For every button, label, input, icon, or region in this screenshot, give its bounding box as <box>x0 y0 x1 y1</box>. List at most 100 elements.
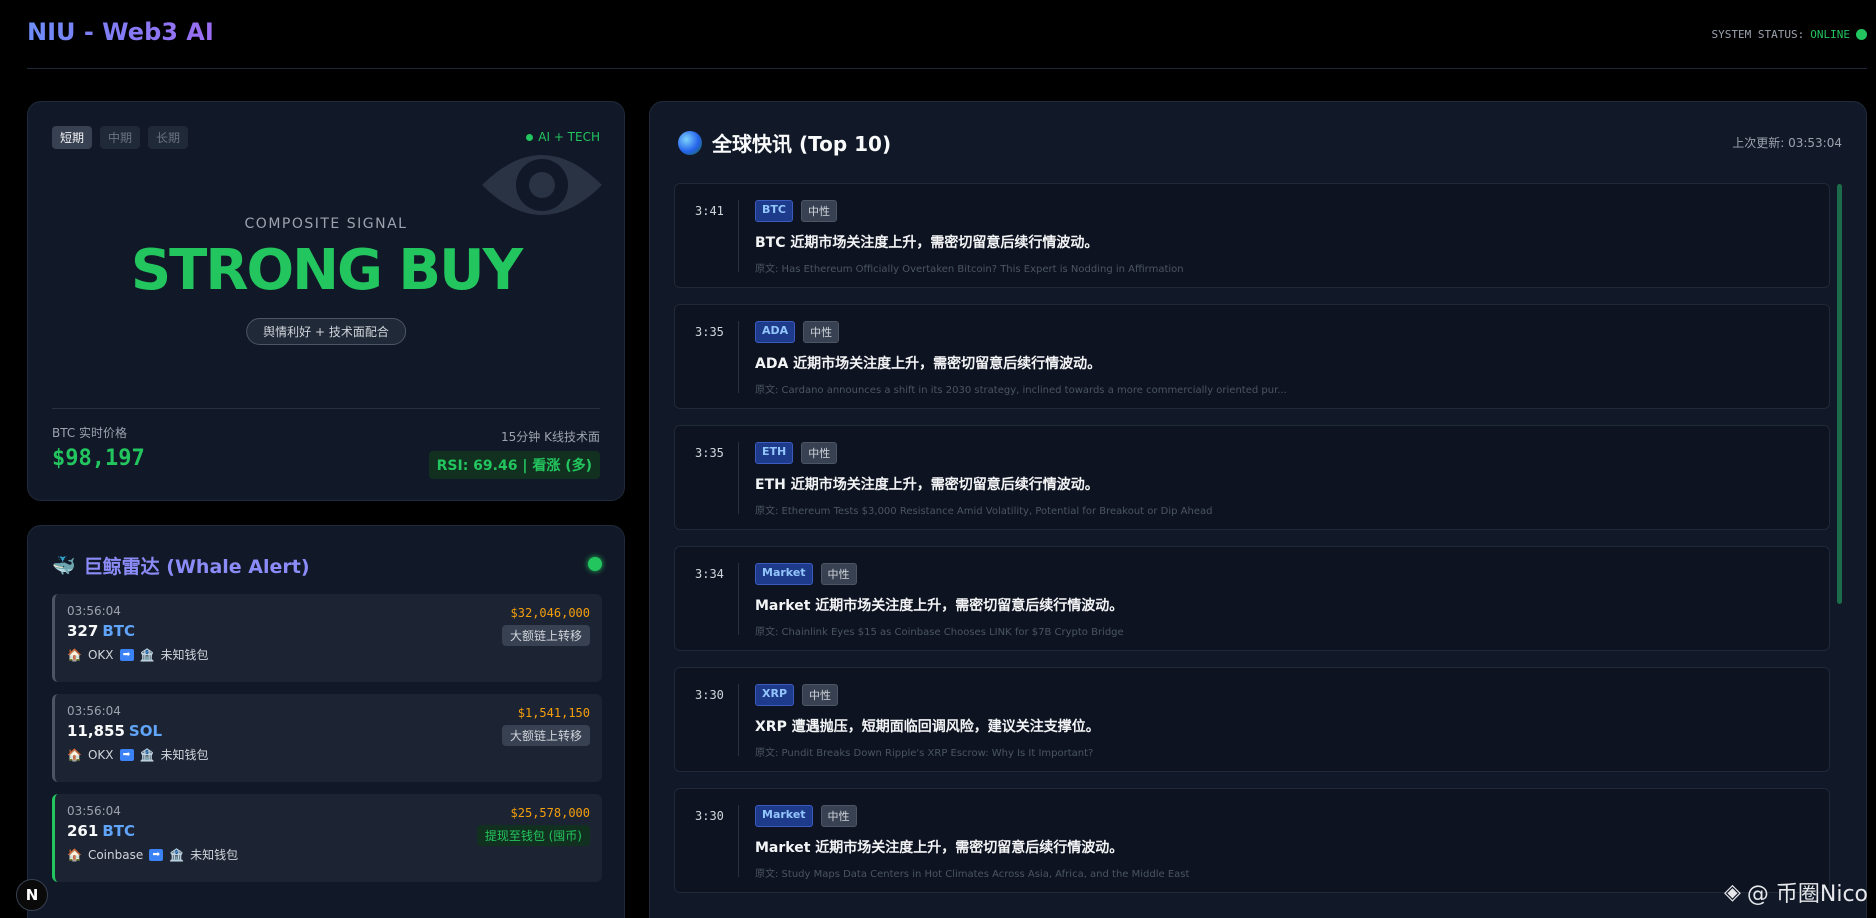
status-online-icon <box>1856 29 1867 40</box>
news-source: 原文: Has Ethereum Officially Overtaken Bi… <box>755 264 1184 275</box>
system-status: SYSTEM STATUS: ONLINE <box>1712 28 1867 41</box>
tab-short-term[interactable]: 短期 <box>52 126 93 149</box>
coin-tag: Market <box>755 563 813 585</box>
arrow-right-icon: ➡ <box>119 648 134 661</box>
whale-type-badge: 提现至钱包 (囤币) <box>476 825 590 846</box>
news-time: 3:35 <box>695 446 724 460</box>
news-item[interactable]: 3:41 BTC 中性 BTC 近期市场关注度上升，需密切留意后续行情波动。 原文… <box>674 183 1830 288</box>
news-list: 3:41 BTC 中性 BTC 近期市场关注度上升，需密切留意后续行情波动。 原文… <box>674 183 1830 909</box>
coin-tag: Market <box>755 805 813 827</box>
signal-card: 短期 中期 长期 AI + TECH COMPOSITE SIGNAL STRO… <box>27 101 625 501</box>
last-updated: 上次更新: 03:53:04 <box>1732 136 1842 150</box>
whale-title: 🐳 巨鲸雷达 (Whale Alert) <box>52 552 310 579</box>
rsi-badge: RSI: 69.46 | 看涨 (多) <box>428 451 600 479</box>
whale-coin: SOL <box>128 722 163 740</box>
bank-icon: 🏦 <box>139 647 155 662</box>
whale-time: 03:56:04 <box>67 704 121 718</box>
sentiment-tag: 中性 <box>801 442 838 464</box>
news-divider <box>738 684 739 756</box>
news-headline: ADA 近期市场关注度上升，需密切留意后续行情波动。 <box>755 356 1102 372</box>
whale-to: 未知钱包 <box>190 848 239 862</box>
news-body: ADA 中性 ADA 近期市场关注度上升，需密切留意后续行情波动。 原文: Car… <box>755 321 1813 396</box>
whale-route: 🏠 Coinbase ➡ 🏦 未知钱包 <box>67 846 590 863</box>
whale-to: 未知钱包 <box>160 748 209 762</box>
news-time: 3:30 <box>695 688 724 702</box>
news-item[interactable]: 3:30 Market 中性 Market 近期市场关注度上升，需密切留意后续行情… <box>674 788 1830 893</box>
news-headline: Market 近期市场关注度上升，需密切留意后续行情波动。 <box>755 840 1124 856</box>
signal-reason: 舆情利好 + 技术面配合 <box>246 318 406 345</box>
whale-coin: BTC <box>102 822 135 840</box>
tab-mid-term[interactable]: 中期 <box>100 126 141 149</box>
whale-coin: BTC <box>102 622 135 640</box>
news-divider <box>738 321 739 393</box>
whale-usd-value: $1,541,150 <box>517 706 590 720</box>
whale-usd-value: $32,046,000 <box>510 606 590 620</box>
news-headline: BTC 近期市场关注度上升，需密切留意后续行情波动。 <box>755 235 1099 251</box>
coin-tag: ADA <box>755 321 796 343</box>
sentiment-tag: 中性 <box>820 805 857 827</box>
news-time: 3:34 <box>695 567 724 581</box>
whale-amount-value: 327 <box>67 622 99 640</box>
system-status-label: SYSTEM STATUS: <box>1711 28 1805 41</box>
whale-from: Coinbase <box>87 847 144 862</box>
news-body: XRP 中性 XRP 遭遇抛压，短期面临回调风险，建议关注支撑位。 原文: Pun… <box>755 684 1813 759</box>
whale-item[interactable]: 03:56:04 $25,578,000 261 BTC 提现至钱包 (囤币) 🏠… <box>52 794 602 882</box>
signal-divider <box>52 408 600 409</box>
news-source: 原文: Cardano announces a shift in its 203… <box>755 385 1287 396</box>
sentiment-tag: 中性 <box>803 321 840 343</box>
news-source: 原文: Study Maps Data Centers in Hot Clima… <box>755 869 1190 880</box>
tab-long-term[interactable]: 长期 <box>148 126 189 149</box>
diamond-logo-icon: ◈ <box>1723 879 1741 905</box>
exchange-icon: 🏠 <box>67 647 82 662</box>
arrow-right-icon: ➡ <box>149 848 164 861</box>
system-status-value: ONLINE <box>1810 28 1850 41</box>
news-scrollbar[interactable] <box>1837 184 1842 604</box>
signal-value: STRONG BUY <box>130 238 523 303</box>
news-body: ETH 中性 ETH 近期市场关注度上升，需密切留意后续行情波动。 原文: Eth… <box>755 442 1813 517</box>
composite-signal-label: COMPOSITE SIGNAL <box>244 216 408 232</box>
news-body: Market 中性 Market 近期市场关注度上升，需密切留意后续行情波动。 原… <box>755 805 1813 880</box>
whale-item[interactable]: 03:56:04 $1,541,150 11,855 SOL 大额链上转移 🏠 OK… <box>52 694 602 782</box>
globe-icon <box>678 130 702 155</box>
news-card: 全球快讯 (Top 10) 上次更新: 03:53:04 3:41 BTC 中性 … <box>649 101 1867 918</box>
sentiment-tag: 中性 <box>820 563 857 585</box>
news-headline: ETH 近期市场关注度上升，需密切留意后续行情波动。 <box>755 477 1099 493</box>
sentiment-tag: 中性 <box>800 200 837 222</box>
whale-usd-value: $25,578,000 <box>510 806 590 820</box>
news-headline: XRP 遭遇抛压，短期面临回调风险，建议关注支撑位。 <box>755 719 1100 735</box>
arrow-right-icon: ➡ <box>119 748 134 761</box>
news-time: 3:35 <box>695 325 724 339</box>
news-item[interactable]: 3:35 ETH 中性 ETH 近期市场关注度上升，需密切留意后续行情波动。 原文… <box>674 425 1830 530</box>
news-divider <box>738 563 739 635</box>
news-item[interactable]: 3:30 XRP 中性 XRP 遭遇抛压，短期面临回调风险，建议关注支撑位。 原文… <box>674 667 1830 772</box>
coin-tag: ETH <box>755 442 794 464</box>
news-source: 原文: Chainlink Eyes $15 as Coinbase Choos… <box>755 627 1124 638</box>
whale-amount-value: 11,855 <box>67 722 125 740</box>
news-source: 原文: Ethereum Tests $3,000 Resistance Ami… <box>755 506 1213 517</box>
exchange-icon: 🏠 <box>67 847 82 862</box>
watermark-text: @ 币圈Nico <box>1746 882 1868 907</box>
whale-route: 🏠 OKX ➡ 🏦 未知钱包 <box>67 646 590 663</box>
kline-label: 15分钟 K线技术面 <box>501 430 600 444</box>
news-item[interactable]: 3:34 Market 中性 Market 近期市场关注度上升，需密切留意后续行情… <box>674 546 1830 651</box>
news-divider <box>738 442 739 514</box>
bank-icon: 🏦 <box>139 747 155 762</box>
coin-tag: BTC <box>755 200 793 222</box>
brand-title: NIU - Web3 AI <box>27 18 214 46</box>
news-divider <box>738 805 739 877</box>
whale-list: 03:56:04 $32,046,000 327 BTC 大额链上转移 🏠 OKX … <box>52 594 602 894</box>
nextjs-logo-icon[interactable]: N <box>16 879 48 911</box>
watermark: ◈ @ 币圈Nico <box>1724 876 1868 908</box>
whale-live-icon <box>588 557 602 571</box>
whale-type-badge: 大额链上转移 <box>501 725 590 746</box>
whale-item[interactable]: 03:56:04 $32,046,000 327 BTC 大额链上转移 🏠 OKX … <box>52 594 602 682</box>
news-item[interactable]: 3:35 ADA 中性 ADA 近期市场关注度上升，需密切留意后续行情波动。 原文… <box>674 304 1830 409</box>
top-header: NIU - Web3 AI SYSTEM STATUS: ONLINE <box>27 0 1867 69</box>
news-source: 原文: Pundit Breaks Down Ripple's XRP Escr… <box>755 748 1094 759</box>
news-divider <box>738 200 739 272</box>
whale-type-badge: 大额链上转移 <box>501 625 590 646</box>
whale-icon: 🐳 <box>52 555 76 577</box>
news-time: 3:30 <box>695 809 724 823</box>
whale-to: 未知钱包 <box>160 648 209 662</box>
whale-from: OKX <box>87 747 114 762</box>
